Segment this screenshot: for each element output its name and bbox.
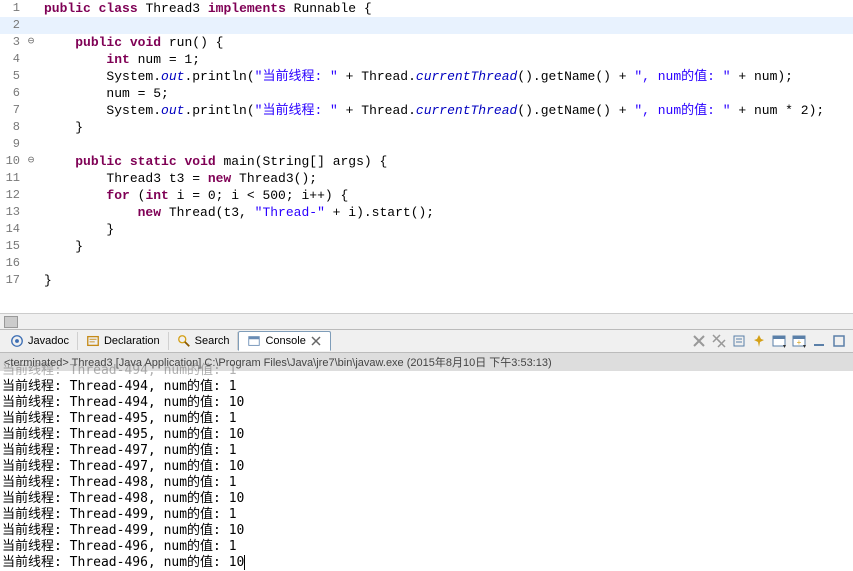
console-line: 当前线程: Thread-499, num的值: 1 bbox=[0, 507, 853, 523]
tab-console[interactable]: Console bbox=[238, 331, 330, 351]
text-cursor bbox=[244, 555, 253, 570]
line-number: 4 bbox=[0, 51, 22, 68]
console-line: 当前线程: Thread-497, num的值: 10 bbox=[0, 459, 853, 475]
code-editor[interactable]: 1 public class Thread3 implements Runnabl… bbox=[0, 0, 853, 313]
code-line[interactable]: 10 public static void main(String[] args… bbox=[0, 153, 853, 170]
remove-terminated-icon[interactable] bbox=[691, 333, 707, 349]
line-number: 3 bbox=[0, 34, 22, 51]
console-line: 当前线程: Thread-494, num的值: 10 bbox=[0, 395, 853, 411]
console-toolbar: + bbox=[691, 333, 851, 349]
maximize-icon[interactable] bbox=[831, 333, 847, 349]
view-tabs: Javadoc Declaration Search Console + bbox=[0, 329, 853, 353]
line-number: 7 bbox=[0, 102, 22, 119]
display-selected-icon[interactable] bbox=[771, 333, 787, 349]
search-icon bbox=[177, 334, 191, 348]
console-line: 当前线程: Thread-495, num的值: 1 bbox=[0, 411, 853, 427]
line-number: 1 bbox=[0, 0, 22, 17]
minimize-icon[interactable] bbox=[811, 333, 827, 349]
console-line-partial: 当前线程: Thread-494, num的值: 1 bbox=[0, 363, 853, 379]
tab-search[interactable]: Search bbox=[169, 332, 239, 350]
tab-label: Declaration bbox=[104, 335, 160, 347]
code-content: System.out.println("当前线程: " + Thread.cur… bbox=[40, 102, 824, 119]
code-line[interactable]: 3 public void run() { bbox=[0, 34, 853, 51]
code-content: } bbox=[40, 238, 83, 255]
scroll-thumb[interactable] bbox=[4, 316, 18, 328]
line-number: 13 bbox=[0, 204, 22, 221]
code-content: num = 5; bbox=[40, 85, 169, 102]
code-line[interactable]: 16 bbox=[0, 255, 853, 272]
code-line[interactable]: 4 int num = 1; bbox=[0, 51, 853, 68]
line-number: 5 bbox=[0, 68, 22, 85]
code-line[interactable]: 14 } bbox=[0, 221, 853, 238]
code-line[interactable]: 1 public class Thread3 implements Runnabl… bbox=[0, 0, 853, 17]
code-content: } bbox=[40, 119, 83, 136]
code-line[interactable]: 2 bbox=[0, 17, 853, 34]
line-number: 17 bbox=[0, 272, 22, 289]
code-content: for (int i = 0; i < 500; i++) { bbox=[40, 187, 348, 204]
console-output[interactable]: <terminated> Thread3 [Java Application] … bbox=[0, 353, 853, 571]
console-line: 当前线程: Thread-498, num的值: 10 bbox=[0, 491, 853, 507]
code-line[interactable]: 5 System.out.println("当前线程: " + Thread.c… bbox=[0, 68, 853, 85]
line-number: 16 bbox=[0, 255, 22, 272]
line-number: 9 bbox=[0, 136, 22, 153]
console-line: 当前线程: Thread-494, num的值: 1 bbox=[0, 379, 853, 395]
console-line: 当前线程: Thread-497, num的值: 1 bbox=[0, 443, 853, 459]
scroll-lock-icon[interactable] bbox=[731, 333, 747, 349]
console-line: 当前线程: Thread-499, num的值: 10 bbox=[0, 523, 853, 539]
code-content: public static void main(String[] args) { bbox=[40, 153, 387, 170]
code-content: Thread3 t3 = new Thread3(); bbox=[40, 170, 317, 187]
code-line[interactable]: 15 } bbox=[0, 238, 853, 255]
tab-label: Javadoc bbox=[28, 335, 69, 347]
code-line[interactable]: 13 new Thread(t3, "Thread-" + i).start()… bbox=[0, 204, 853, 221]
console-line: 当前线程: Thread-496, num的值: 1 bbox=[0, 539, 853, 555]
line-number: 2 bbox=[0, 17, 22, 34]
horizontal-scrollbar[interactable] bbox=[0, 313, 853, 329]
code-content: } bbox=[40, 272, 52, 289]
line-number: 6 bbox=[0, 85, 22, 102]
remove-all-icon[interactable] bbox=[711, 333, 727, 349]
svg-text:+: + bbox=[797, 338, 802, 347]
console-line: 当前线程: Thread-496, num的值: 10 bbox=[0, 555, 853, 571]
tab-declaration[interactable]: Declaration bbox=[78, 332, 169, 350]
tab-label: Console bbox=[265, 335, 305, 347]
at-icon bbox=[10, 334, 24, 348]
code-line[interactable]: 6 num = 5; bbox=[0, 85, 853, 102]
line-number: 15 bbox=[0, 238, 22, 255]
line-number: 8 bbox=[0, 119, 22, 136]
line-number: 14 bbox=[0, 221, 22, 238]
tab-label: Search bbox=[195, 335, 230, 347]
fold-icon[interactable] bbox=[22, 34, 40, 51]
line-number: 11 bbox=[0, 170, 22, 187]
code-line[interactable]: 17} bbox=[0, 272, 853, 289]
console-icon bbox=[247, 334, 261, 348]
fold-icon[interactable] bbox=[22, 153, 40, 170]
line-number: 12 bbox=[0, 187, 22, 204]
code-content: new Thread(t3, "Thread-" + i).start(); bbox=[40, 204, 434, 221]
code-content: } bbox=[40, 221, 114, 238]
code-line[interactable]: 8 } bbox=[0, 119, 853, 136]
code-content: int num = 1; bbox=[40, 51, 200, 68]
code-line[interactable]: 9 bbox=[0, 136, 853, 153]
code-line[interactable]: 7 System.out.println("当前线程: " + Thread.c… bbox=[0, 102, 853, 119]
code-content: System.out.println("当前线程: " + Thread.cur… bbox=[40, 68, 793, 85]
code-content: public class Thread3 implements Runnable… bbox=[40, 0, 372, 17]
code-line[interactable]: 12 for (int i = 0; i < 500; i++) { bbox=[0, 187, 853, 204]
console-line: 当前线程: Thread-498, num的值: 1 bbox=[0, 475, 853, 491]
open-console-icon[interactable]: + bbox=[791, 333, 807, 349]
close-icon[interactable] bbox=[310, 335, 322, 347]
line-number: 10 bbox=[0, 153, 22, 170]
code-content: public void run() { bbox=[40, 34, 223, 51]
tab-javadoc[interactable]: Javadoc bbox=[2, 332, 78, 350]
pin-icon[interactable] bbox=[751, 333, 767, 349]
console-line: 当前线程: Thread-495, num的值: 10 bbox=[0, 427, 853, 443]
code-line[interactable]: 11 Thread3 t3 = new Thread3(); bbox=[0, 170, 853, 187]
declaration-icon bbox=[86, 334, 100, 348]
